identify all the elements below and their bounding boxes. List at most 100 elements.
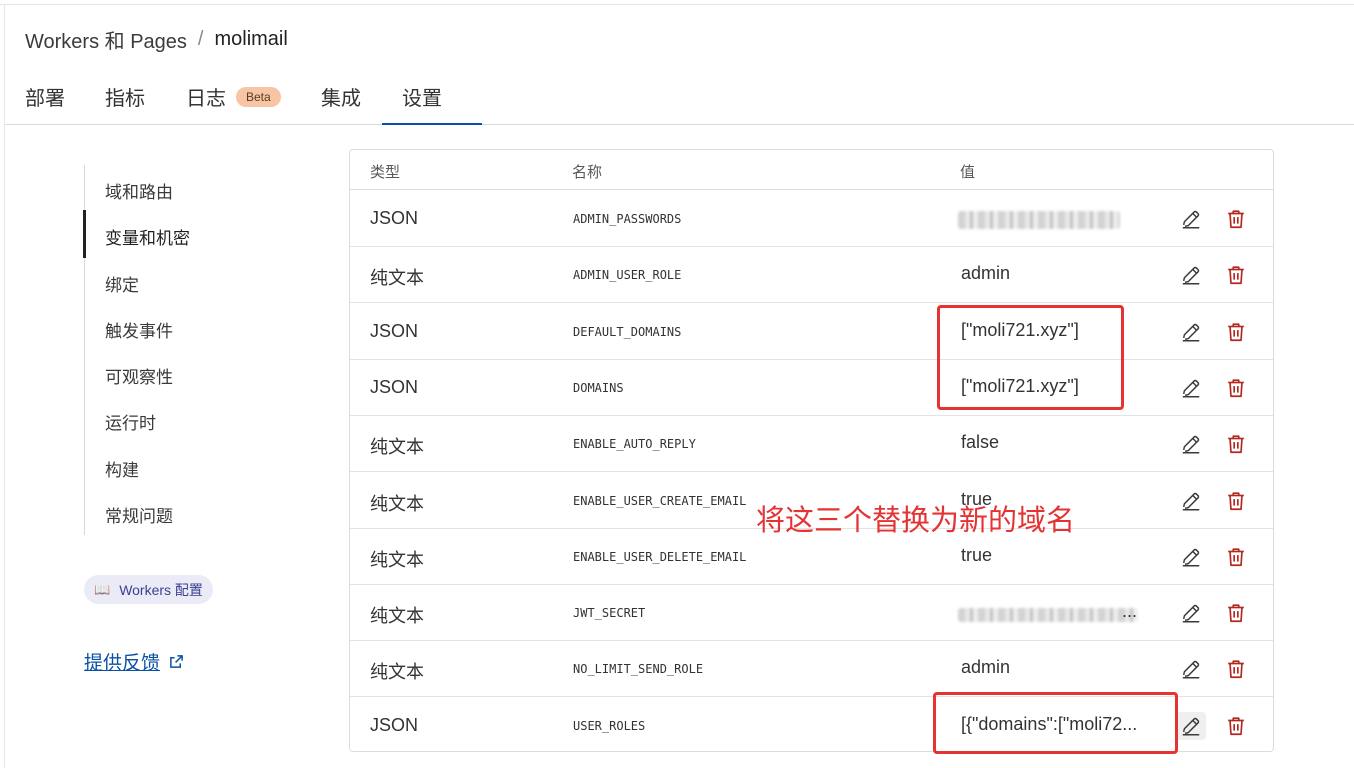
edit-button[interactable] <box>1176 430 1206 458</box>
breadcrumb-current: molimail <box>214 27 288 50</box>
tab-label: 部署 <box>25 88 65 110</box>
pencil-icon <box>1180 490 1202 512</box>
column-header-name: 名称 <box>572 164 603 181</box>
table-row: 纯文本 ENABLE_AUTO_REPLY false <box>350 416 1273 473</box>
redacted-value <box>958 608 1138 623</box>
tab-bar: 部署 指标 日志 Beta 集成 设置 <box>5 78 1354 125</box>
name-cell: ENABLE_AUTO_REPLY <box>573 437 696 452</box>
pencil-icon <box>1180 433 1202 455</box>
trash-icon <box>1225 433 1247 455</box>
value-cell: ... <box>1122 601 1138 622</box>
tab-metrics[interactable]: 指标 <box>105 78 145 124</box>
delete-button[interactable] <box>1221 318 1251 346</box>
value-cell: false <box>961 432 1000 453</box>
delete-button[interactable] <box>1221 543 1251 571</box>
name-cell: JWT_SECRET <box>573 606 646 621</box>
delete-button[interactable] <box>1221 374 1251 402</box>
name-cell: ENABLE_USER_CREATE_EMAIL <box>573 493 747 508</box>
table-row: 纯文本 JWT_SECRET... <box>350 585 1273 642</box>
edit-button[interactable] <box>1176 655 1206 683</box>
beta-badge: Beta <box>236 87 281 107</box>
trash-icon <box>1225 715 1247 737</box>
type-cell: 纯文本 <box>370 493 424 514</box>
delete-button[interactable] <box>1221 261 1251 289</box>
tab-settings[interactable]: 设置 <box>382 78 482 125</box>
sidenav-item-build[interactable]: 构建 <box>105 456 139 481</box>
table-row: JSON ADMIN_PASSWORDS <box>350 191 1273 247</box>
column-header-value: 值 <box>960 164 976 181</box>
sidenav-item-general[interactable]: 常规问题 <box>105 502 173 527</box>
pencil-icon <box>1180 377 1202 399</box>
sidenav-item-runtime[interactable]: 运行时 <box>105 409 156 434</box>
table-row: JSON DOMAINS ["moli721.xyz"] <box>350 360 1273 416</box>
sidenav-active-indicator <box>83 210 86 258</box>
trash-icon <box>1225 321 1247 343</box>
table-row: JSON DEFAULT_DOMAINS ["moli721.xyz"] <box>350 304 1273 360</box>
trash-icon <box>1225 546 1247 568</box>
settings-sidenav: 域和路由 变量和机密 绑定 触发事件 可观察性 运行时 构建 常规问题 <box>83 165 284 535</box>
edit-button[interactable] <box>1176 374 1206 402</box>
pencil-icon <box>1180 321 1202 343</box>
tab-label: 日志 <box>186 88 226 110</box>
workers-config-button[interactable]: 📖 Workers 配置 <box>84 575 213 604</box>
breadcrumb-parent-link[interactable]: Workers 和 Pages <box>25 25 187 54</box>
edit-button[interactable] <box>1176 711 1206 740</box>
tab-logs[interactable]: 日志 Beta <box>186 78 281 124</box>
delete-button[interactable] <box>1221 487 1251 515</box>
value-cell: [{"domains":["moli72... <box>961 713 1138 734</box>
workers-config-label: Workers 配置 <box>119 581 203 598</box>
edit-button[interactable] <box>1176 261 1206 289</box>
edit-button[interactable] <box>1176 318 1206 346</box>
table-row: 纯文本 NO_LIMIT_SEND_ROLE admin <box>350 641 1273 698</box>
tab-integrations[interactable]: 集成 <box>321 78 361 124</box>
redacted-value <box>958 211 1120 229</box>
delete-button[interactable] <box>1221 430 1251 458</box>
name-cell: NO_LIMIT_SEND_ROLE <box>573 662 704 677</box>
tab-label: 设置 <box>402 88 442 110</box>
column-header-type: 类型 <box>370 164 401 181</box>
top-divider <box>0 4 1354 5</box>
variables-table: 类型 名称 值 JSON ADMIN_PASSWORDS 纯文本 ADMIN_USER… <box>349 149 1274 752</box>
name-cell: DOMAINS <box>573 380 624 395</box>
type-cell: 纯文本 <box>370 549 424 570</box>
type-cell: 纯文本 <box>370 268 424 289</box>
sidenav-item-bindings[interactable]: 绑定 <box>105 271 139 296</box>
type-cell: JSON <box>370 714 419 735</box>
sidenav-item-observability[interactable]: 可观察性 <box>105 363 173 388</box>
sidenav-item-triggers[interactable]: 触发事件 <box>105 317 173 342</box>
trash-icon <box>1225 490 1247 512</box>
edit-button[interactable] <box>1176 543 1206 571</box>
delete-button[interactable] <box>1221 655 1251 683</box>
type-cell: 纯文本 <box>370 606 424 627</box>
tab-deployments[interactable]: 部署 <box>25 78 65 124</box>
type-cell: JSON <box>370 320 419 341</box>
edit-button[interactable] <box>1176 205 1206 233</box>
book-icon: 📖 <box>94 581 111 597</box>
table-row: 纯文本 ADMIN_USER_ROLE admin <box>350 247 1273 304</box>
annotation-text: 将这三个替换为新的域名 <box>756 505 1076 537</box>
delete-button[interactable] <box>1221 599 1251 627</box>
trash-icon <box>1225 377 1247 399</box>
breadcrumb: Workers 和 Pages / molimail <box>25 25 288 54</box>
sidenav-item-domains-routes[interactable]: 域和路由 <box>105 178 173 203</box>
name-cell: DEFAULT_DOMAINS <box>573 324 682 339</box>
delete-button[interactable] <box>1221 205 1251 233</box>
type-cell: JSON <box>370 376 419 397</box>
type-cell: JSON <box>370 208 419 228</box>
tab-label: 集成 <box>321 88 361 110</box>
value-cell: admin <box>961 263 1011 284</box>
name-cell: ADMIN_PASSWORDS <box>573 212 682 226</box>
trash-icon <box>1225 602 1247 624</box>
feedback-link[interactable]: 提供反馈 <box>84 648 184 675</box>
type-cell: 纯文本 <box>370 662 424 683</box>
name-cell: ADMIN_USER_ROLE <box>573 268 682 283</box>
pencil-icon <box>1180 546 1202 568</box>
delete-button[interactable] <box>1221 712 1251 740</box>
breadcrumb-separator: / <box>197 27 204 50</box>
feedback-label: 提供反馈 <box>84 653 161 674</box>
name-cell: USER_ROLES <box>573 718 646 733</box>
trash-icon <box>1225 658 1247 680</box>
edit-button[interactable] <box>1176 487 1206 515</box>
sidenav-item-variables-secrets[interactable]: 变量和机密 <box>105 224 190 249</box>
edit-button[interactable] <box>1176 599 1206 627</box>
